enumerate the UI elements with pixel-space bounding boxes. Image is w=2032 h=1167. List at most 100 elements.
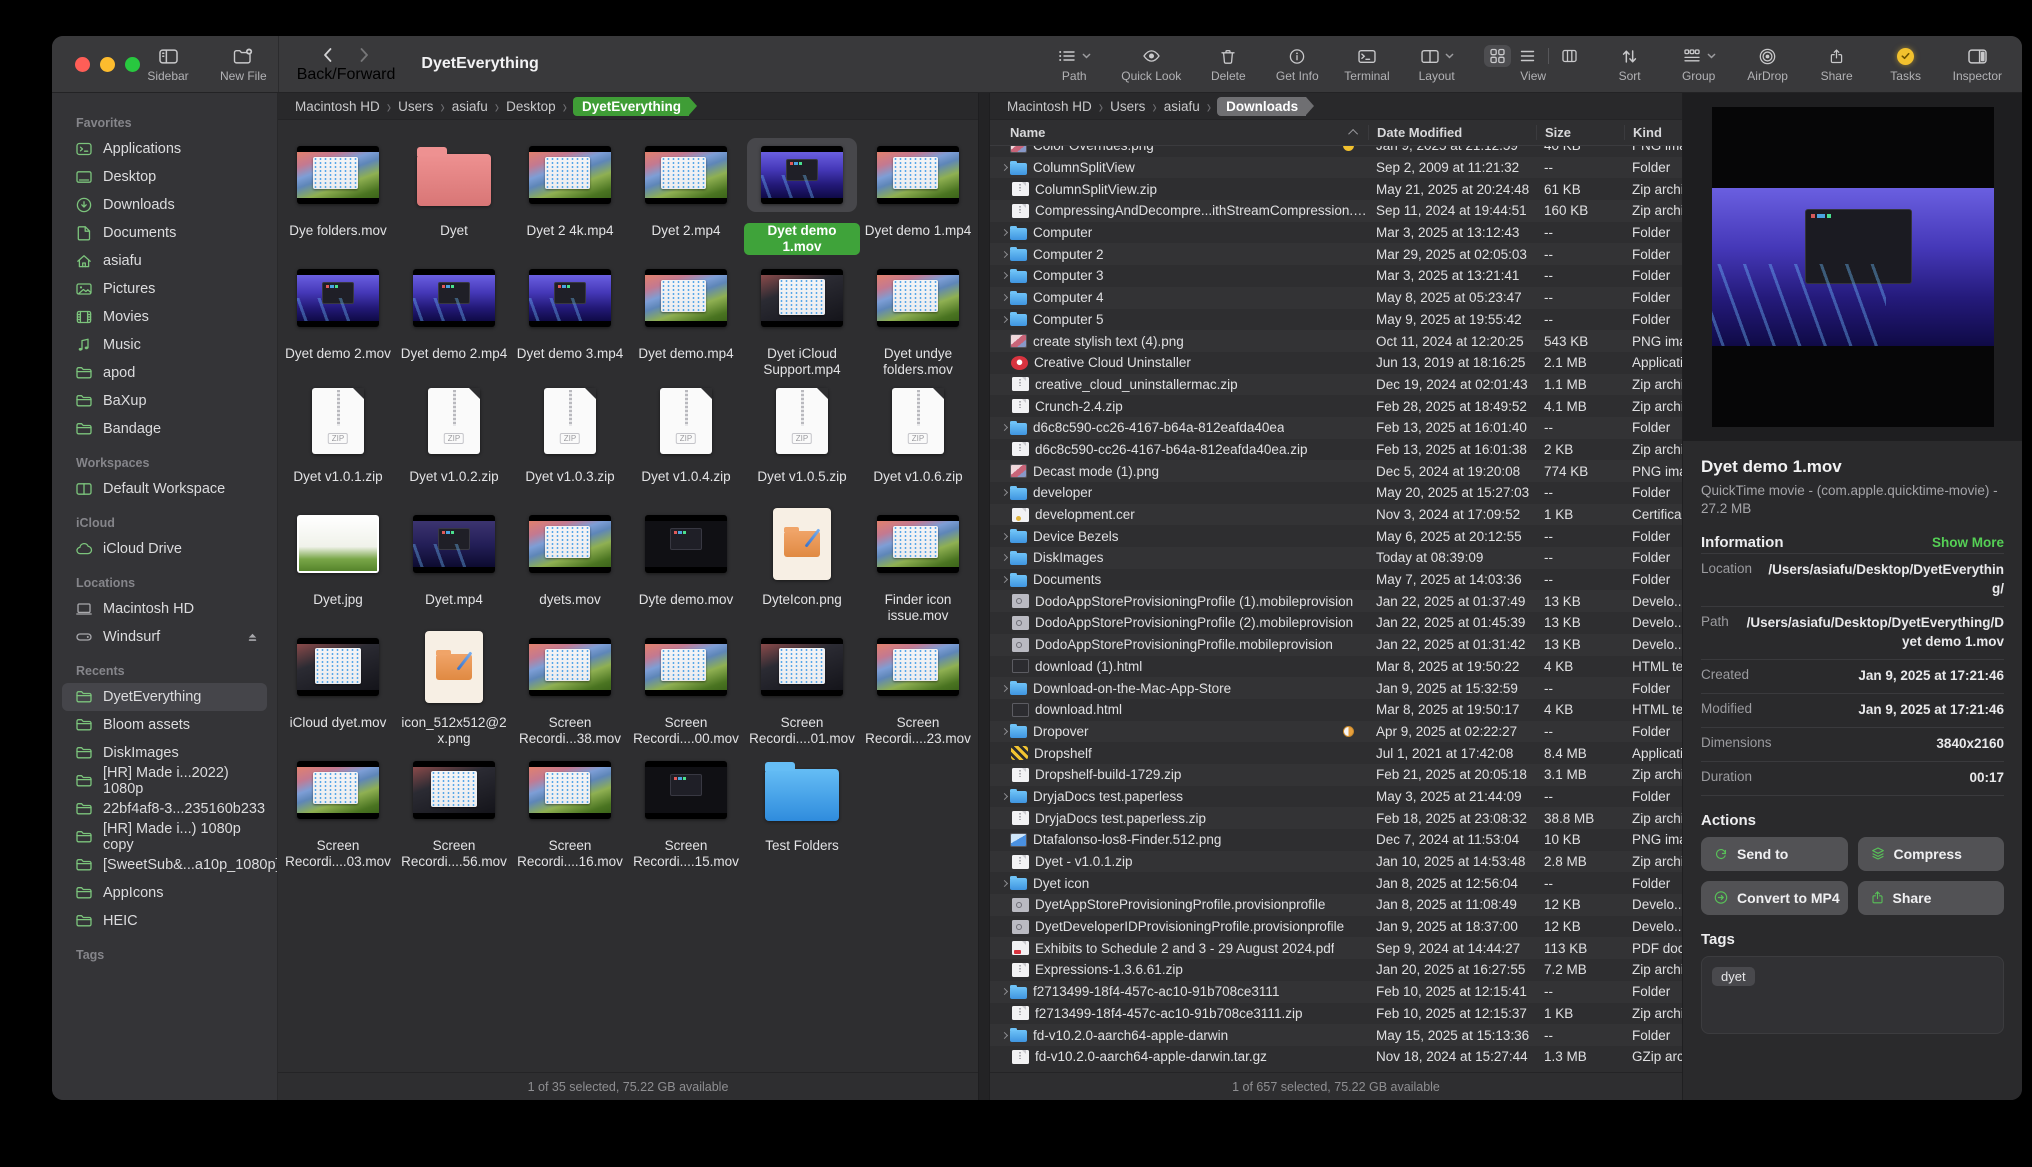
new-file-button[interactable]: New File	[220, 45, 267, 83]
disclosure-chevron-icon[interactable]	[998, 490, 1010, 495]
table-row[interactable]: download (1).htmlMar 8, 2025 at 19:50:22…	[990, 656, 1682, 678]
sidebar-item-downloads[interactable]: Downloads	[62, 191, 267, 219]
share-action-button[interactable]: Share	[1858, 881, 2005, 915]
grid-item[interactable]: ZIPDyet v1.0.3.zip	[512, 378, 628, 501]
show-more-link[interactable]: Show More	[1932, 535, 2004, 550]
disclosure-chevron-icon[interactable]	[998, 577, 1010, 582]
table-row[interactable]: creative_cloud_uninstallermac.zipDec 19,…	[990, 374, 1682, 396]
disclosure-chevron-icon[interactable]	[998, 989, 1010, 994]
sidebar-item--sweetsub-a10p-1080p-[interactable]: [SweetSub&...a10p_1080p]	[62, 851, 267, 879]
table-row[interactable]: DodoAppStoreProvisioningProfile (1).mobi…	[990, 590, 1682, 612]
inspector-toggle-button[interactable]: Inspector	[1953, 45, 2002, 83]
table-row[interactable]: DiskImagesToday at 08:39:09--Folder	[990, 547, 1682, 569]
disclosure-chevron-icon[interactable]	[998, 686, 1010, 691]
grid-item[interactable]: Dye folders.mov	[280, 132, 396, 255]
grid-item[interactable]: ZIPDyet v1.0.4.zip	[628, 378, 744, 501]
table-row[interactable]: DyetDeveloperIDProvisioningProfile.provi…	[990, 916, 1682, 938]
table-row[interactable]: download.htmlMar 8, 2025 at 19:50:174 KB…	[990, 699, 1682, 721]
table-row[interactable]: d6c8c590-cc26-4167-b64a-812eafda40ea.zip…	[990, 439, 1682, 461]
column-header-size[interactable]: Size	[1536, 125, 1624, 140]
grid-item[interactable]: Test Folders	[744, 747, 860, 870]
grid-item[interactable]: Dyet demo 1.mp4	[860, 132, 976, 255]
table-row[interactable]: d6c8c590-cc26-4167-b64a-812eafda40eaFeb …	[990, 417, 1682, 439]
table-row[interactable]: DodoAppStoreProvisioningProfile (2).mobi…	[990, 612, 1682, 634]
table-row[interactable]: fd-v10.2.0-aarch64-apple-darwinMay 15, 2…	[990, 1024, 1682, 1046]
table-row[interactable]: Computer 3Mar 3, 2025 at 13:21:41--Folde…	[990, 265, 1682, 287]
column-header-kind[interactable]: Kind	[1624, 125, 1682, 140]
compress-button[interactable]: Compress	[1858, 837, 2005, 871]
table-row[interactable]: Device BezelsMay 6, 2025 at 20:12:55--Fo…	[990, 525, 1682, 547]
path-button[interactable]: Path	[1052, 45, 1096, 83]
table-row[interactable]: create stylish text (4).pngOct 11, 2024 …	[990, 330, 1682, 352]
grid-item[interactable]: Screen Recordi....23.mov	[860, 624, 976, 747]
pane-splitter[interactable]	[978, 93, 990, 1100]
table-row[interactable]: Computer 4May 8, 2025 at 05:23:47--Folde…	[990, 287, 1682, 309]
grid-item[interactable]: DyteIcon.png	[744, 501, 860, 624]
back-button[interactable]	[322, 47, 333, 63]
tasks-button[interactable]: Tasks	[1884, 45, 1928, 83]
grid-item[interactable]: iCloud dyet.mov	[280, 624, 396, 747]
table-row[interactable]: Creative Cloud UninstallerJun 13, 2019 a…	[990, 352, 1682, 374]
grid-item[interactable]: Screen Recordi....03.mov	[280, 747, 396, 870]
delete-button[interactable]: Delete	[1206, 45, 1250, 83]
grid-item[interactable]: Dyet demo.mp4	[628, 255, 744, 378]
grid-item[interactable]: ZIPDyet v1.0.2.zip	[396, 378, 512, 501]
tags-box[interactable]: dyet	[1701, 956, 2004, 1034]
grid-item[interactable]: icon_512x512@2x.png	[396, 624, 512, 747]
breadcrumb-item[interactable]: Users	[391, 99, 440, 114]
sidebar-item-asiafu[interactable]: asiafu	[62, 247, 267, 275]
sidebar-item-heic[interactable]: HEIC	[62, 907, 267, 935]
sidebar-item--hr-made-i-2022-1080p[interactable]: [HR] Made i...2022) 1080p	[62, 767, 267, 795]
grid-item[interactable]: ZIPDyet v1.0.6.zip	[860, 378, 976, 501]
disclosure-chevron-icon[interactable]	[998, 252, 1010, 257]
file-preview[interactable]	[1683, 93, 2022, 441]
zoom-window-button[interactable]	[125, 57, 140, 72]
disclosure-chevron-icon[interactable]	[998, 534, 1010, 539]
sidebar-item-desktop[interactable]: Desktop	[62, 163, 267, 191]
table-row[interactable]: Exhibits to Schedule 2 and 3 - 29 August…	[990, 937, 1682, 959]
breadcrumb-item[interactable]: Macintosh HD	[1000, 99, 1099, 114]
grid-item[interactable]: Screen Recordi....56.mov	[396, 747, 512, 870]
convert-to-mp4-button[interactable]: Convert to MP4	[1701, 881, 1848, 915]
grid-item[interactable]: Screen Recordi....00.mov	[628, 624, 744, 747]
table-row[interactable]: Dropshelf-build-1729.zipFeb 21, 2025 at …	[990, 764, 1682, 786]
view-grid-button[interactable]	[1484, 45, 1511, 67]
grid-item[interactable]: Dyet demo 2.mp4	[396, 255, 512, 378]
table-row[interactable]: Dtafalonso-los8-Finder.512.pngDec 7, 202…	[990, 829, 1682, 851]
grid-item[interactable]: Finder icon issue.mov	[860, 501, 976, 624]
grid-item[interactable]: Dyet 2.mp4	[628, 132, 744, 255]
grid-item[interactable]: Dyet iCloud Support.mp4	[744, 255, 860, 378]
table-row[interactable]: DropoverApr 9, 2025 at 02:22:27--Folder	[990, 721, 1682, 743]
sidebar-item--hr-made-i-1080p-copy[interactable]: [HR] Made i...) 1080p copy	[62, 823, 267, 851]
grid-item[interactable]: Dyet undye folders.mov	[860, 255, 976, 378]
table-row[interactable]: ColumnSplitView.zipMay 21, 2025 at 20:24…	[990, 178, 1682, 200]
disclosure-chevron-icon[interactable]	[998, 729, 1010, 734]
grid-item[interactable]: Screen Recordi....16.mov	[512, 747, 628, 870]
table-row[interactable]: DropshelfJul 1, 2021 at 17:42:088.4 MBAp…	[990, 742, 1682, 764]
table-row[interactable]: DyetAppStoreProvisioningProfile.provisio…	[990, 894, 1682, 916]
grid-item[interactable]: Dyet demo 1.mov	[744, 132, 860, 255]
terminal-button[interactable]: Terminal	[1344, 45, 1389, 83]
table-row[interactable]: f2713499-18f4-457c-ac10-91b708ce3111Feb …	[990, 981, 1682, 1003]
disclosure-chevron-icon[interactable]	[998, 425, 1010, 430]
disclosure-chevron-icon[interactable]	[998, 165, 1010, 170]
breadcrumb-item[interactable]: asiafu	[1157, 99, 1207, 114]
sidebar-item-movies[interactable]: Movies	[62, 303, 267, 331]
table-row[interactable]: Download-on-the-Mac-App-StoreJan 9, 2025…	[990, 677, 1682, 699]
breadcrumb-item[interactable]: asiafu	[445, 99, 495, 114]
table-row[interactable]: DodoAppStoreProvisioningProfile.mobilepr…	[990, 634, 1682, 656]
grid-item[interactable]: Screen Recordi....01.mov	[744, 624, 860, 747]
table-row[interactable]: ColumnSplitViewSep 2, 2009 at 11:21:32--…	[990, 157, 1682, 179]
disclosure-chevron-icon[interactable]	[998, 295, 1010, 300]
grid-item[interactable]: Dyet demo 2.mov	[280, 255, 396, 378]
sidebar-item-documents[interactable]: Documents	[62, 219, 267, 247]
sidebar-item-baxup[interactable]: BaXup	[62, 387, 267, 415]
grid-item[interactable]: Dyet 2 4k.mp4	[512, 132, 628, 255]
quick-look-button[interactable]: Quick Look	[1121, 45, 1181, 83]
eject-icon[interactable]	[246, 631, 259, 643]
grid-item[interactable]: Screen Recordi...38.mov	[512, 624, 628, 747]
grid-item[interactable]: Screen Recordi....15.mov	[628, 747, 744, 870]
breadcrumb-item[interactable]: Desktop	[499, 99, 563, 114]
airdrop-button[interactable]: AirDrop	[1746, 45, 1790, 83]
table-row[interactable]: DryjaDocs test.paperless.zipFeb 18, 2025…	[990, 807, 1682, 829]
